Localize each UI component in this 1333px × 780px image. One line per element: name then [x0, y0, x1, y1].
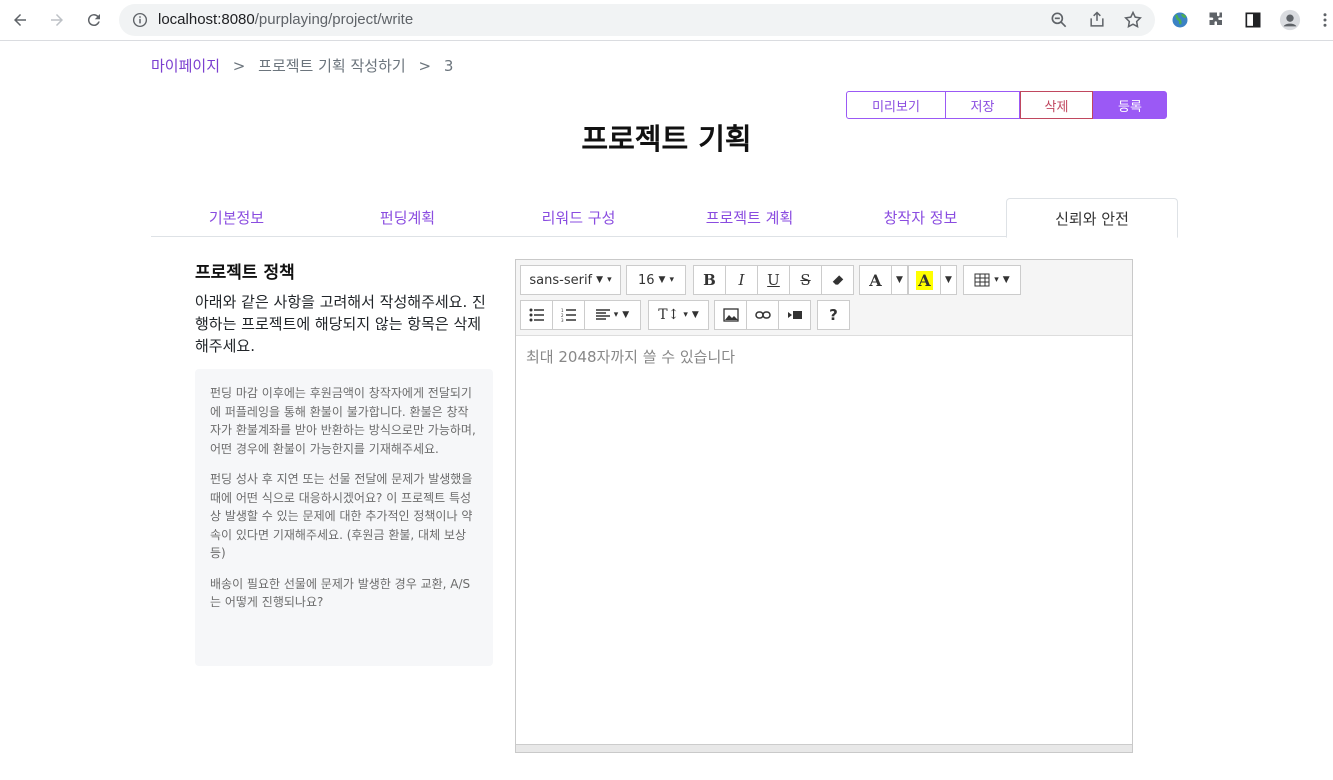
tab-creator-info[interactable]: 창작자 정보: [835, 198, 1006, 237]
globe-extension-icon[interactable]: [1169, 9, 1191, 31]
image-icon[interactable]: [714, 300, 747, 330]
tab-project-plan[interactable]: 프로젝트 계획: [664, 198, 835, 237]
submit-button[interactable]: 등록: [1093, 91, 1167, 119]
browser-toolbar: localhost:8080/purplaying/project/write: [0, 0, 1333, 41]
editor-content-area[interactable]: 최대 2048자까지 쓸 수 있습니다: [516, 336, 1132, 744]
delete-button[interactable]: 삭제: [1020, 91, 1093, 119]
section-tabs: 기본정보 펀딩계획 리워드 구성 프로젝트 계획 창작자 정보 신뢰와 안전: [151, 198, 1178, 238]
tab-reward[interactable]: 리워드 구성: [493, 198, 664, 237]
underline-icon[interactable]: U: [757, 265, 790, 295]
help-icon[interactable]: ?: [817, 300, 850, 330]
breadcrumb-separator: >: [418, 57, 432, 75]
font-family-dropdown[interactable]: sans-serif ▼ ▾: [520, 265, 621, 295]
eraser-icon[interactable]: [821, 265, 854, 295]
breadcrumb-separator: >: [232, 57, 246, 75]
zoom-icon[interactable]: [1049, 10, 1069, 30]
line-height-icon[interactable]: T↕ ▾ ▼: [648, 300, 709, 330]
table-icon[interactable]: ▾ ▼: [963, 265, 1021, 295]
svg-text:3: 3: [561, 318, 564, 322]
breadcrumb-current: 프로젝트 기획 작성하기: [258, 57, 406, 75]
save-button[interactable]: 저장: [946, 91, 1020, 119]
rich-text-editor: sans-serif ▼ ▾ 16 ▼ ▾ B I U S A ▼ A ▼ ▾ ▼ 123…: [515, 259, 1133, 753]
guide-item: 펀딩 마감 이후에는 후원금액이 창작자에게 전달되기에 퍼플레잉을 통해 환불…: [210, 386, 476, 456]
bookmark-star-icon[interactable]: [1123, 10, 1143, 30]
text-color-icon[interactable]: A: [859, 265, 892, 295]
bullet-list-icon[interactable]: [520, 300, 553, 330]
guide-item: 펀딩 성사 후 지연 또는 선물 전달에 문제가 발생했을 때에 어떤 식으로 …: [210, 472, 473, 560]
text-color-dropdown[interactable]: ▼: [891, 265, 908, 295]
page-title: 프로젝트 기획: [581, 122, 752, 156]
tab-funding-plan[interactable]: 펀딩계획: [322, 198, 493, 237]
video-icon[interactable]: [778, 300, 811, 330]
back-icon[interactable]: [6, 6, 34, 34]
policy-title: 프로젝트 정책: [195, 263, 295, 283]
link-icon[interactable]: [746, 300, 779, 330]
extensions-puzzle-icon[interactable]: [1206, 9, 1228, 31]
breadcrumb: 마이페이지 > 프로젝트 기획 작성하기 > 3: [151, 55, 453, 76]
breadcrumb-step: 3: [443, 57, 454, 75]
forward-icon[interactable]: [43, 6, 71, 34]
policy-section: 프로젝트 정책 아래와 같은 사항을 고려해서 작성해주세요. 진행하는 프로젝…: [195, 258, 493, 357]
ordered-list-icon[interactable]: 123: [552, 300, 585, 330]
paragraph-align-icon[interactable]: ▾ ▼: [584, 300, 641, 330]
editor-resize-bar[interactable]: [516, 744, 1132, 752]
profile-avatar-icon[interactable]: [1279, 9, 1301, 31]
share-icon[interactable]: [1087, 10, 1107, 30]
action-button-group: 미리보기 저장 삭제 등록: [846, 91, 1167, 119]
editor-toolbar: sans-serif ▼ ▾ 16 ▼ ▾ B I U S A ▼ A ▼ ▾ ▼ 123…: [516, 260, 1132, 336]
site-info-icon[interactable]: [131, 11, 149, 29]
highlight-color-dropdown[interactable]: ▼: [940, 265, 957, 295]
strikethrough-icon[interactable]: S: [789, 265, 822, 295]
guide-item: 배송이 필요한 선물에 문제가 발생한 경우 교환, A/S는 어떻게 진행되나…: [210, 576, 471, 610]
side-panel-icon[interactable]: [1242, 9, 1264, 31]
italic-icon[interactable]: I: [725, 265, 758, 295]
breadcrumb-mypage-link[interactable]: 마이페이지: [151, 57, 220, 75]
highlight-color-icon[interactable]: A: [908, 265, 941, 295]
address-bar[interactable]: localhost:8080/purplaying/project/write: [119, 4, 1155, 36]
browser-menu-icon[interactable]: [1314, 9, 1333, 31]
policy-description: 아래와 같은 사항을 고려해서 작성해주세요. 진행하는 프로젝트에 해당되지 …: [195, 293, 486, 355]
font-size-dropdown[interactable]: 16 ▼ ▾: [626, 265, 686, 295]
policy-guide-box: 펀딩 마감 이후에는 후원금액이 창작자에게 전달되기에 퍼플레잉을 통해 환불…: [195, 369, 493, 666]
url-text: localhost:8080/purplaying/project/write: [158, 11, 414, 28]
tab-basic-info[interactable]: 기본정보: [151, 198, 322, 237]
tab-trust-safety[interactable]: 신뢰와 안전: [1006, 198, 1178, 238]
reload-icon[interactable]: [80, 6, 108, 34]
bold-icon[interactable]: B: [693, 265, 726, 295]
preview-button[interactable]: 미리보기: [846, 91, 946, 119]
